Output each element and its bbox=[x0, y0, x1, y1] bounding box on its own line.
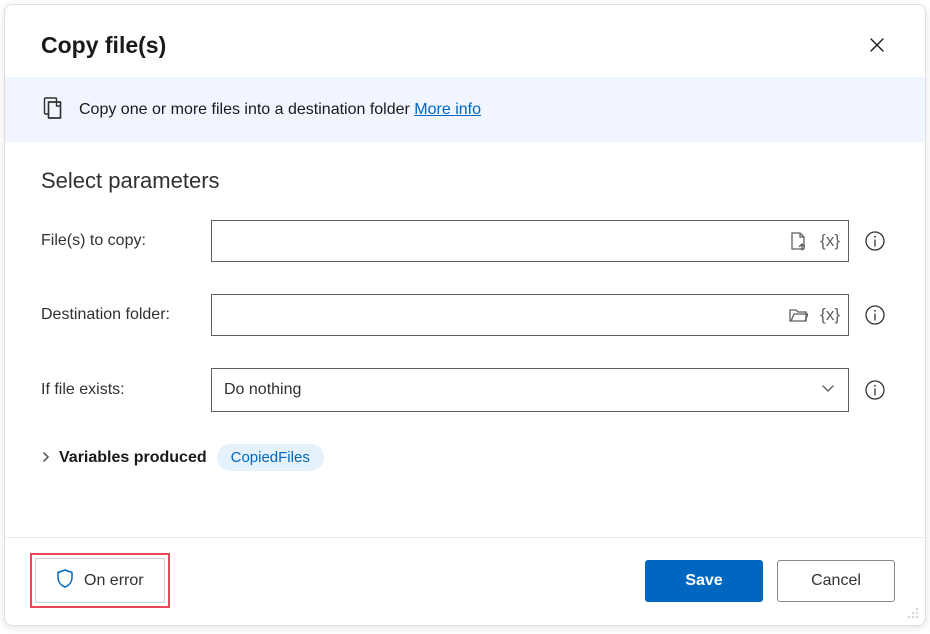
select-folder-button[interactable] bbox=[784, 301, 812, 329]
destination-input-wrapper: {x} bbox=[211, 294, 849, 336]
ifexists-select[interactable]: Do nothing bbox=[211, 368, 849, 412]
ifexists-selected-value: Do nothing bbox=[224, 381, 301, 399]
on-error-label: On error bbox=[84, 572, 144, 590]
ifexists-label: If file exists: bbox=[41, 381, 211, 399]
variables-produced-toggle[interactable]: Variables produced bbox=[41, 449, 207, 467]
dialog-body: Select parameters File(s) to copy: {x} bbox=[5, 142, 925, 537]
files-input[interactable] bbox=[224, 231, 778, 251]
info-icon bbox=[864, 230, 886, 252]
files-label: File(s) to copy: bbox=[41, 232, 211, 250]
section-title: Select parameters bbox=[41, 168, 889, 194]
dialog-title: Copy file(s) bbox=[41, 32, 166, 59]
cancel-button[interactable]: Cancel bbox=[777, 560, 895, 602]
variables-produced-row: Variables produced CopiedFiles bbox=[41, 444, 889, 471]
chevron-down-icon bbox=[820, 380, 836, 401]
files-info-button[interactable] bbox=[861, 227, 889, 255]
insert-variable-button[interactable]: {x} bbox=[818, 231, 842, 251]
variables-produced-label: Variables produced bbox=[59, 449, 207, 467]
field-files-to-copy: File(s) to copy: {x} bbox=[41, 220, 889, 262]
close-icon bbox=[869, 37, 885, 53]
field-destination-folder: Destination folder: {x} bbox=[41, 294, 889, 336]
dialog-header: Copy file(s) bbox=[5, 5, 925, 77]
shield-icon bbox=[56, 568, 74, 593]
close-button[interactable] bbox=[859, 27, 895, 63]
more-info-link[interactable]: More info bbox=[414, 101, 481, 118]
destination-info-button[interactable] bbox=[861, 301, 889, 329]
save-button[interactable]: Save bbox=[645, 560, 763, 602]
file-picker-icon bbox=[789, 231, 807, 251]
footer-actions: Save Cancel bbox=[645, 560, 895, 602]
copy-files-dialog: Copy file(s) Copy one or more files into… bbox=[4, 4, 926, 626]
ifexists-info-button[interactable] bbox=[861, 376, 889, 404]
destination-label: Destination folder: bbox=[41, 306, 211, 324]
insert-variable-button[interactable]: {x} bbox=[818, 305, 842, 325]
dialog-footer: On error Save Cancel bbox=[5, 537, 925, 625]
field-if-file-exists: If file exists: Do nothing bbox=[41, 368, 889, 412]
files-input-wrapper: {x} bbox=[211, 220, 849, 262]
info-banner: Copy one or more files into a destinatio… bbox=[5, 77, 925, 142]
copy-files-icon bbox=[41, 95, 65, 124]
banner-text-wrap: Copy one or more files into a destinatio… bbox=[79, 101, 481, 119]
destination-input[interactable] bbox=[224, 305, 778, 325]
info-icon bbox=[864, 304, 886, 326]
chevron-right-icon bbox=[41, 450, 51, 466]
select-file-button[interactable] bbox=[784, 227, 812, 255]
resize-grip-icon[interactable] bbox=[907, 607, 921, 621]
info-icon bbox=[864, 379, 886, 401]
folder-picker-icon bbox=[788, 306, 808, 324]
variable-chip-copiedfiles[interactable]: CopiedFiles bbox=[217, 444, 324, 471]
on-error-button[interactable]: On error bbox=[35, 558, 165, 603]
banner-text: Copy one or more files into a destinatio… bbox=[79, 101, 414, 118]
